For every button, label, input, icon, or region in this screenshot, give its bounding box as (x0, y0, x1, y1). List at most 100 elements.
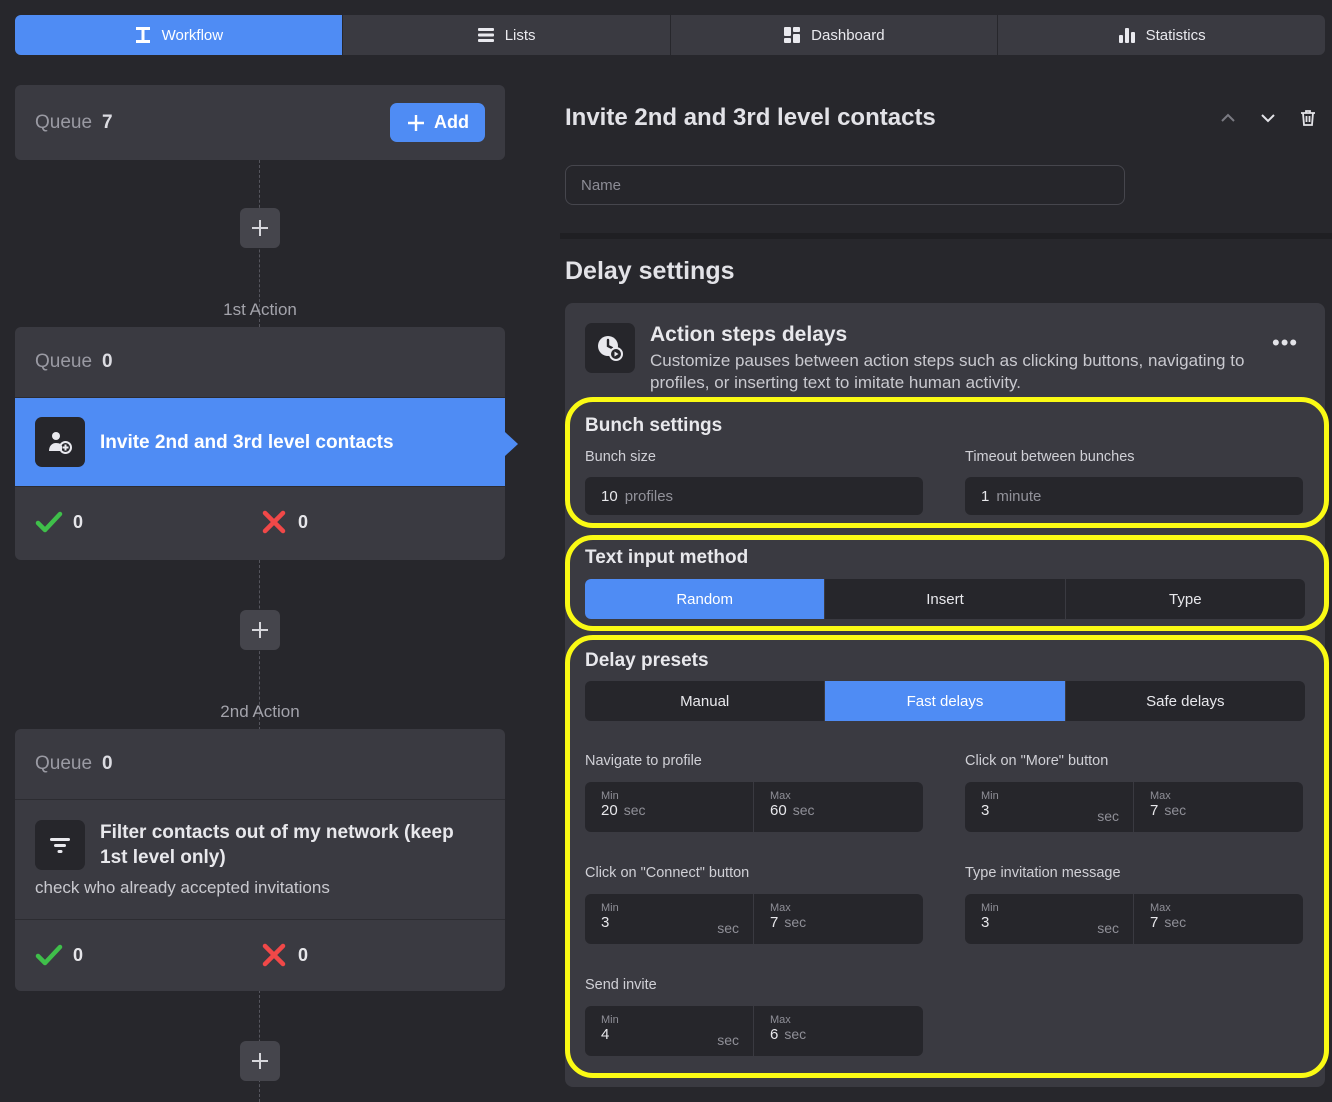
option-insert[interactable]: Insert (825, 579, 1066, 619)
max-field[interactable]: Max 60 sec (754, 782, 923, 832)
delay-label-send-invite: Send invite (585, 977, 657, 993)
action-subtitle: check who already accepted invitations (35, 878, 330, 897)
trash-icon[interactable] (1298, 108, 1318, 128)
timeout-field[interactable]: 1 minute (965, 477, 1303, 515)
workflow-icon (135, 27, 150, 43)
unit-label: sec (717, 1032, 739, 1048)
option-random[interactable]: Random (585, 579, 826, 619)
fail-counter[interactable]: 0 (260, 941, 485, 969)
unit-label: sec (1164, 914, 1187, 930)
insert-action-button[interactable] (240, 610, 280, 650)
step-name-input[interactable] (565, 165, 1125, 205)
delay-range-type-message: Min 3 sec Max 7 sec (965, 894, 1303, 944)
min-label: Min (981, 790, 999, 802)
cross-icon (262, 943, 286, 967)
success-counter[interactable]: 0 (35, 941, 260, 969)
max-label: Max (770, 902, 791, 914)
delay-presets-segmented: Manual Fast delays Safe delays (585, 681, 1305, 721)
insert-action-button[interactable] (240, 208, 280, 248)
action-title: Filter contacts out of my network (keep … (100, 822, 454, 868)
add-button-label: Add (434, 112, 469, 132)
timeout-unit: minute (996, 487, 1042, 505)
max-label: Max (1150, 902, 1171, 914)
insert-action-button[interactable] (240, 1041, 280, 1081)
dashboard-icon (784, 27, 801, 43)
success-count: 0 (73, 944, 84, 965)
action-card: Queue 0 Invite 2nd and 3rd level contact… (15, 327, 505, 560)
min-value: 3 (601, 914, 610, 931)
unit-label: sec (717, 920, 739, 936)
bar-chart-icon (1118, 28, 1135, 43)
main-tabs: Workflow Lists Dashboard Statistics (15, 15, 1325, 55)
min-field[interactable]: Min 3 sec (965, 782, 1134, 832)
queue-count: 7 (102, 111, 113, 133)
min-value: 3 (981, 802, 990, 819)
preset-safe[interactable]: Safe delays (1066, 681, 1305, 721)
max-value: 60 (770, 802, 787, 819)
unit-label: sec (792, 802, 815, 818)
tab-statistics[interactable]: Statistics (998, 15, 1325, 55)
action-title: Invite 2nd and 3rd level contacts (100, 431, 394, 453)
action-item-invite[interactable]: Invite 2nd and 3rd level contacts (15, 397, 505, 487)
checkmark-icon (35, 944, 63, 966)
filter-icon (35, 820, 85, 870)
checkmark-icon (35, 511, 63, 533)
success-count: 0 (73, 511, 84, 532)
min-value: 4 (601, 1026, 610, 1043)
add-person-icon (35, 417, 85, 467)
max-field[interactable]: Max 7 sec (1134, 894, 1303, 944)
text-input-segmented: Random Insert Type (585, 579, 1305, 619)
preset-fast[interactable]: Fast delays (825, 681, 1066, 721)
step-title: Invite 2nd and 3rd level contacts (565, 104, 936, 131)
min-value: 3 (981, 914, 990, 931)
max-field[interactable]: Max 7 sec (1134, 782, 1303, 832)
min-field[interactable]: Min 3 sec (585, 894, 754, 944)
min-label: Min (601, 902, 619, 914)
min-label: Min (601, 1014, 619, 1026)
delay-range-send-invite: Min 4 sec Max 6 sec (585, 1006, 923, 1056)
max-label: Max (1150, 790, 1171, 802)
chevron-up-icon[interactable] (1218, 108, 1238, 128)
option-type[interactable]: Type (1066, 579, 1305, 619)
delay-settings-title: Delay settings (565, 257, 735, 285)
section-divider (560, 233, 1332, 239)
bunch-size-field[interactable]: 10 profiles (585, 477, 923, 515)
max-field[interactable]: Max 7 sec (754, 894, 923, 944)
delay-label-connect: Click on "Connect" button (585, 865, 750, 881)
action-card: Queue 0 Filter contacts out of my networ… (15, 729, 505, 991)
min-value: 20 (601, 802, 618, 819)
min-field[interactable]: Min 20 sec (585, 782, 754, 832)
bunch-settings-title: Bunch settings (585, 415, 723, 436)
fail-count: 0 (298, 944, 309, 965)
delay-range-connect: Min 3 sec Max 7 sec (585, 894, 923, 944)
more-options-icon[interactable]: ••• (1272, 330, 1298, 356)
panel-title: Action steps delays (650, 323, 848, 346)
max-field[interactable]: Max 6 sec (754, 1006, 923, 1056)
min-field[interactable]: Min 3 sec (965, 894, 1134, 944)
min-field[interactable]: Min 4 sec (585, 1006, 754, 1056)
delay-label-navigate: Navigate to profile (585, 753, 702, 769)
tab-workflow[interactable]: Workflow (15, 15, 343, 55)
queue-count: 0 (102, 351, 113, 372)
action-caption: 1st Action (223, 300, 297, 319)
add-button[interactable]: Add (390, 103, 485, 142)
fail-counter[interactable]: 0 (260, 508, 485, 536)
action-item-filter[interactable]: Filter contacts out of my network (keep … (15, 799, 505, 920)
timeout-value: 1 (981, 487, 990, 505)
text-input-title: Text input method (585, 547, 749, 568)
unit-label: sec (1164, 802, 1187, 818)
tab-dashboard[interactable]: Dashboard (671, 15, 999, 55)
list-icon (477, 28, 494, 42)
max-value: 7 (1150, 914, 1159, 931)
chevron-down-icon[interactable] (1258, 108, 1278, 128)
tab-lists[interactable]: Lists (343, 15, 671, 55)
unit-label: sec (1097, 920, 1119, 936)
tab-label: Workflow (161, 26, 224, 44)
timeout-label: Timeout between bunches (965, 449, 1135, 465)
min-label: Min (981, 902, 999, 914)
preset-manual[interactable]: Manual (585, 681, 826, 721)
queue-label: Queue (35, 351, 93, 372)
max-label: Max (770, 790, 791, 802)
delay-label-more: Click on "More" button (965, 753, 1109, 769)
success-counter[interactable]: 0 (35, 508, 260, 536)
